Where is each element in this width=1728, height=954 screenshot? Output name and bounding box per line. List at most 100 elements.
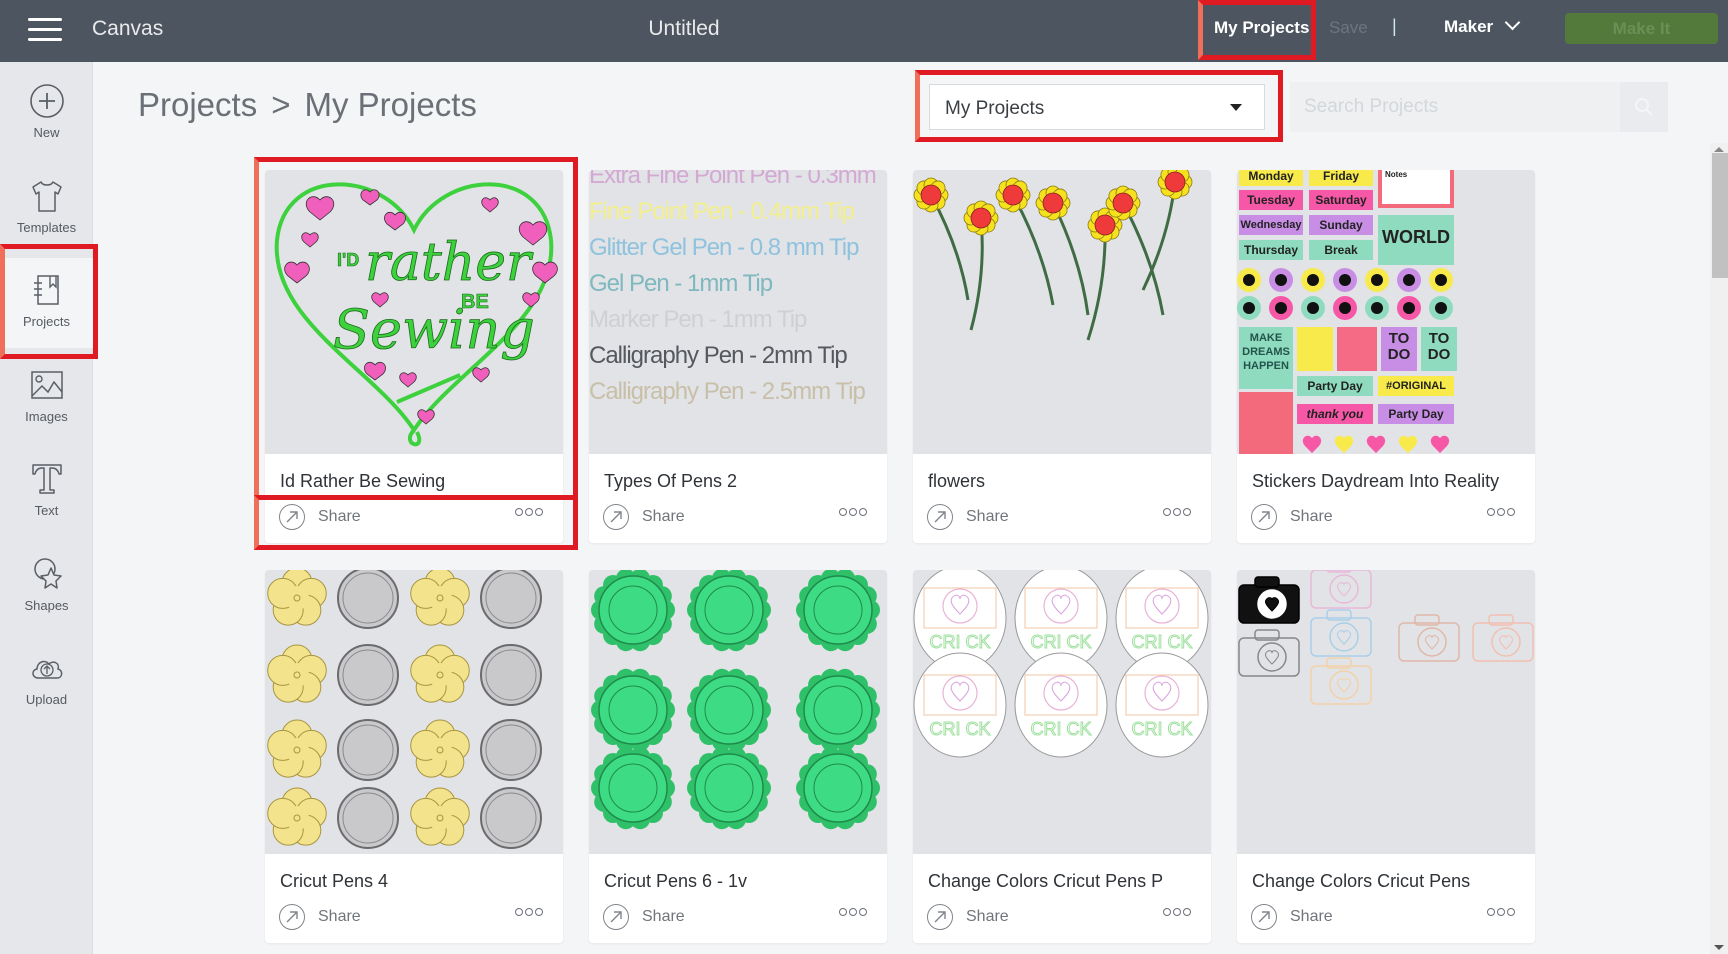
shapes-icon xyxy=(33,558,62,589)
sidebar-label: Text xyxy=(34,503,59,518)
thumb-text: Wednesday xyxy=(1239,215,1303,235)
vertical-scrollbar[interactable] xyxy=(1710,143,1728,954)
thumb-text: TO DO xyxy=(1421,327,1457,371)
thumb-text: Sewing xyxy=(333,298,535,361)
thumb-text: Fine Point Pen - 0.4mm Tip xyxy=(589,198,855,225)
save-button[interactable]: Save xyxy=(1329,18,1368,38)
project-title[interactable]: flowers xyxy=(928,471,985,492)
thumb-text: Break xyxy=(1309,240,1373,260)
share-button[interactable]: Share xyxy=(279,902,361,932)
share-label: Share xyxy=(642,508,685,525)
project-card[interactable]: flowers Share xyxy=(913,170,1211,543)
project-thumbnail xyxy=(589,570,887,854)
search-projects-input[interactable] xyxy=(1290,82,1620,132)
share-button[interactable]: Share xyxy=(603,502,685,532)
project-title[interactable]: Change Colors Cricut Pens xyxy=(1252,871,1470,892)
breadcrumb-projects-link[interactable]: Projects xyxy=(138,86,257,123)
breadcrumb-current: My Projects xyxy=(304,86,477,123)
thumb-text: Marker Pen - 1mm Tip xyxy=(589,306,807,333)
sidebar-item-templates[interactable]: Templates xyxy=(0,164,93,254)
sidebar-item-images[interactable]: Images xyxy=(0,353,93,443)
project-title[interactable]: Change Colors Cricut Pens P xyxy=(928,871,1163,892)
notebook-icon xyxy=(33,275,59,305)
svg-text:CRI CK: CRI CK xyxy=(1030,632,1091,652)
share-icon xyxy=(279,904,305,930)
share-button[interactable]: Share xyxy=(1251,902,1333,932)
share-icon xyxy=(279,504,305,530)
sidebar-item-text[interactable]: Text xyxy=(0,447,93,537)
cloud-upload-icon xyxy=(31,660,62,679)
project-filter-dropdown[interactable]: My Projects xyxy=(929,84,1265,130)
svg-text:CRI CK: CRI CK xyxy=(1131,719,1192,739)
scrollbar-thumb[interactable] xyxy=(1712,153,1728,278)
more-options-icon[interactable] xyxy=(515,908,543,916)
thumb-text: Notes xyxy=(1378,170,1454,208)
share-button[interactable]: Share xyxy=(927,502,1009,532)
project-title[interactable]: Cricut Pens 6 - 1v xyxy=(604,871,747,892)
thumb-text: Tuesday xyxy=(1239,190,1303,210)
project-title[interactable]: Types Of Pens 2 xyxy=(604,471,737,492)
thumb-text: I'D xyxy=(337,250,359,270)
project-card[interactable]: CRI CK CRI CK CRI CK CRI CK CRI CK CRI CK Cha… xyxy=(913,570,1211,943)
sidebar-item-upload[interactable]: Upload xyxy=(0,636,93,726)
svg-text:CRI CK: CRI CK xyxy=(1131,632,1192,652)
scroll-down-arrow-icon[interactable] xyxy=(1714,945,1724,950)
more-options-icon[interactable] xyxy=(515,508,543,516)
more-options-icon[interactable] xyxy=(839,908,867,916)
make-it-button[interactable]: Make It xyxy=(1565,13,1718,44)
svg-text:CRI CK: CRI CK xyxy=(1030,719,1091,739)
sidebar-item-shapes[interactable]: Shapes xyxy=(0,542,93,632)
breadcrumb-separator: > xyxy=(271,86,291,123)
sidebar-label: New xyxy=(33,125,60,140)
project-thumbnail: Extra Fine Point Pen - 0.3mm Tip Fine Po… xyxy=(589,170,887,454)
project-title[interactable]: Stickers Daydream Into Reality xyxy=(1252,471,1499,492)
project-card[interactable]: I'D rather BE Sewing Id Rather Be Sewing… xyxy=(265,170,563,543)
sidebar-item-new[interactable]: New xyxy=(0,69,93,159)
share-icon xyxy=(927,904,953,930)
share-label: Share xyxy=(966,508,1009,525)
project-card[interactable]: Change Colors Cricut Pens Share xyxy=(1237,570,1535,943)
thumb-text: Extra Fine Point Pen - 0.3mm Tip xyxy=(589,170,887,189)
more-options-icon[interactable] xyxy=(1163,908,1191,916)
project-card[interactable]: Monday Friday Notes Tuesday Saturday Wed… xyxy=(1237,170,1535,543)
thumb-text: Gel Pen - 1mm Tip xyxy=(589,270,773,297)
thumb-text: #ORIGINAL xyxy=(1378,376,1454,396)
share-icon xyxy=(1251,904,1277,930)
caret-down-icon xyxy=(1230,104,1242,111)
more-options-icon[interactable] xyxy=(1487,508,1515,516)
project-card[interactable]: Cricut Pens 4 Share xyxy=(265,570,563,943)
sidebar-label: Shapes xyxy=(24,598,69,613)
project-title[interactable]: Cricut Pens 4 xyxy=(280,871,388,892)
sidebar-item-projects[interactable]: Projects xyxy=(0,258,93,348)
sidebar: New Templates Projects Images Text Shape… xyxy=(0,62,93,954)
project-title[interactable]: Id Rather Be Sewing xyxy=(280,471,445,492)
plus-circle-icon xyxy=(29,84,64,118)
share-button[interactable]: Share xyxy=(1251,502,1333,532)
thumb-text: Glitter Gel Pen - 0.8 mm Tip xyxy=(589,234,859,261)
scroll-up-arrow-icon[interactable] xyxy=(1714,147,1724,152)
share-icon xyxy=(927,504,953,530)
svg-text:CRI CK: CRI CK xyxy=(929,632,990,652)
project-card[interactable]: Cricut Pens 6 - 1v Share xyxy=(589,570,887,943)
share-label: Share xyxy=(1290,508,1333,525)
image-icon xyxy=(30,371,63,399)
more-options-icon[interactable] xyxy=(1163,508,1191,516)
machine-selector[interactable]: Maker xyxy=(1444,14,1521,37)
share-button[interactable]: Share xyxy=(279,502,361,532)
share-button[interactable]: Share xyxy=(927,902,1009,932)
project-thumbnail xyxy=(1237,570,1535,854)
thumb-text: thank you xyxy=(1297,404,1373,424)
thumb-text: WORLD xyxy=(1378,215,1454,265)
more-options-icon[interactable] xyxy=(1487,908,1515,916)
share-button[interactable]: Share xyxy=(603,902,685,932)
project-card[interactable]: Extra Fine Point Pen - 0.3mm Tip Fine Po… xyxy=(589,170,887,543)
search-icon xyxy=(1635,98,1653,116)
share-icon xyxy=(603,904,629,930)
my-projects-button[interactable]: My Projects xyxy=(1206,13,1317,47)
machine-label: Maker xyxy=(1444,17,1494,36)
more-options-icon[interactable] xyxy=(839,508,867,516)
thumb-text: Party Day xyxy=(1297,376,1373,396)
text-t-icon xyxy=(31,464,62,494)
search-button[interactable] xyxy=(1620,82,1668,132)
document-title[interactable]: Untitled xyxy=(0,17,1368,41)
